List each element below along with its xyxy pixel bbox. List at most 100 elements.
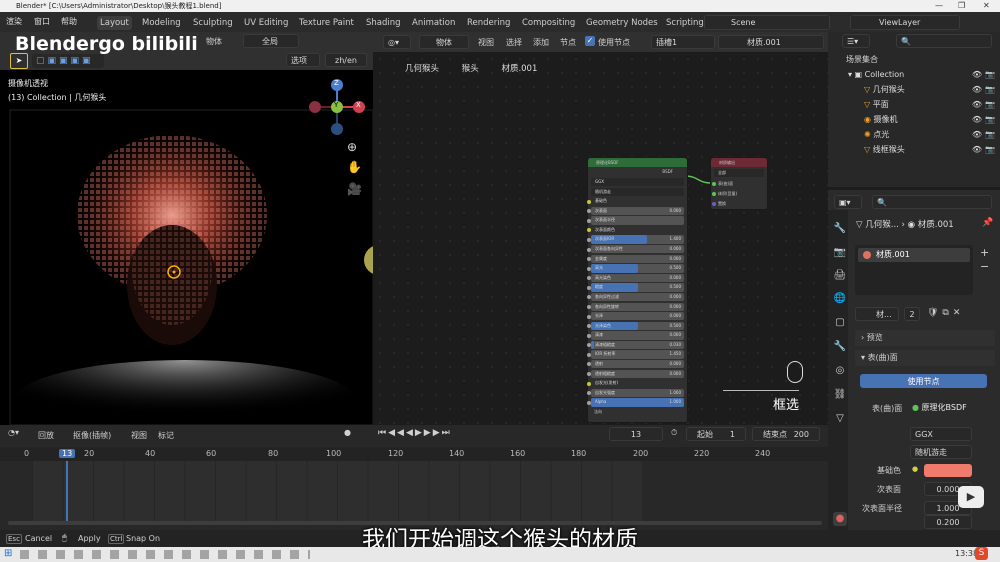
matout-surface-socket[interactable]: 表(曲)面 xyxy=(711,179,767,189)
select-mode-icons[interactable]: ▢▣▣▣▣ xyxy=(32,54,104,68)
eye-icon[interactable]: 👁 xyxy=(972,112,982,127)
outliner-item[interactable]: ▽ 线框猴头 👁 📷 xyxy=(828,142,1000,157)
pin-icon[interactable]: 📌 xyxy=(982,218,993,228)
bsdf-distribution[interactable]: GGX xyxy=(591,178,684,187)
tab-layout[interactable]: Layout xyxy=(97,16,132,30)
end-frame-field[interactable]: 结束点 200 xyxy=(752,427,820,441)
transform-orientation[interactable]: 全局 xyxy=(243,34,299,48)
preview-panel-header[interactable]: › 预览 xyxy=(855,330,995,346)
tab-scripting[interactable]: Scripting xyxy=(666,16,704,30)
bsdf-input-row[interactable]: 光泽染色 0.500 xyxy=(587,321,684,331)
bsdf-input-row[interactable]: 次表面半径 xyxy=(587,216,684,225)
bsdf-input-row[interactable]: 糙度 0.500 xyxy=(587,283,684,292)
bsdf-input-row[interactable]: 次表面 0.000 xyxy=(587,206,684,216)
bsdf-input-row[interactable]: 次表面颜色 xyxy=(587,225,684,235)
camera-icon[interactable]: 📷 xyxy=(985,97,995,112)
start-frame-field[interactable]: 起始 1 xyxy=(686,427,746,441)
bsdf-input-row[interactable]: 透射粗糙度 0.000 xyxy=(587,369,684,378)
object-tab-icon[interactable]: ▢ xyxy=(833,316,847,330)
playback-controls[interactable]: ⏮◀◀◀▶▶▶⏭ xyxy=(378,428,452,438)
options-dropdown[interactable]: 选项 xyxy=(286,53,320,67)
current-frame-field[interactable]: 13 xyxy=(609,427,663,441)
bsdf-input-row[interactable]: 次表面各向异性 0.000 xyxy=(587,245,684,254)
start-menu-icon[interactable]: ⊞ xyxy=(4,548,12,559)
bsdf-input-row[interactable]: 透射 0.000 xyxy=(587,359,684,369)
world-tab-icon[interactable]: 🌐 xyxy=(833,292,847,306)
distribution-dropdown[interactable]: GGX xyxy=(910,427,972,441)
timeline-editor-icon[interactable]: ◔▾ xyxy=(8,428,19,437)
bsdf-input-row[interactable]: 各向异性过滤 0.000 xyxy=(587,292,684,302)
camera-view-icon[interactable]: 🎥 xyxy=(347,182,362,196)
bsdf-input-row[interactable]: 清漆粗糙度 0.030 xyxy=(587,340,684,350)
tab-uv-editing[interactable]: UV Editing xyxy=(244,16,288,30)
playhead[interactable] xyxy=(66,461,68,525)
props-search-input[interactable]: 🔍 xyxy=(872,195,992,209)
data-tab-icon[interactable]: ▽ xyxy=(833,412,847,426)
camera-icon[interactable]: 📷 xyxy=(985,82,995,97)
output-tab-icon[interactable]: 🖨 xyxy=(833,269,847,283)
menu-render[interactable]: 渲染 xyxy=(6,16,22,28)
outliner-item[interactable]: ◉ 摄像机 👁 📷 xyxy=(828,112,1000,127)
menu-add[interactable]: 添加 xyxy=(533,37,549,48)
bsdf-input-row[interactable]: 高光 0.500 xyxy=(587,264,684,273)
eye-icon[interactable]: 👁 xyxy=(972,82,982,97)
camera-icon[interactable]: 📷 xyxy=(985,112,995,127)
3d-viewport[interactable]: 摄像机透视 (13) Collection | 几何猴头 Z X Y ⊕ ✋ 🎥 xyxy=(0,70,373,425)
editor-type-selector[interactable]: ◎▾ xyxy=(383,35,411,49)
minimize-button[interactable]: — xyxy=(935,0,943,12)
lang-toggle-button[interactable]: zh/en xyxy=(325,53,367,67)
scene-selector[interactable]: Scene xyxy=(704,15,830,30)
shader-mode-dropdown[interactable]: 物体 xyxy=(419,35,469,49)
viewlayer-selector[interactable]: ViewLayer xyxy=(850,15,960,30)
principled-bsdf-node[interactable]: 原理化BSDF BSDF GGX 随机游走 基础色 次表面 0.000 次表面半径 次表… xyxy=(587,157,688,423)
bsdf-input-row[interactable]: IOR 折射率 1.450 xyxy=(587,350,684,359)
use-nodes-button[interactable]: 使用节点 xyxy=(860,374,987,388)
constraint-tab-icon[interactable]: ⛓ xyxy=(833,388,847,402)
modifier-tab-icon[interactable]: 🔧 xyxy=(833,340,847,354)
tab-texture-paint[interactable]: Texture Paint xyxy=(299,16,354,30)
view-menu[interactable]: 视图 xyxy=(131,430,147,441)
bsdf-input-row[interactable]: 自发光(发射) xyxy=(587,379,684,388)
close-window-button[interactable]: ✕ xyxy=(983,0,990,12)
eye-icon[interactable]: 👁 xyxy=(972,127,982,142)
camera-icon[interactable]: 📷 xyxy=(985,142,995,157)
timeline[interactable]: ◔▾ 回放 抠像(插帧) 视图 标记 ● ⏮◀◀◀▶▶▶⏭ 13 ⏱ 起始 1 结… xyxy=(0,425,828,530)
outliner-item[interactable]: ✺ 点光 👁 📷 xyxy=(828,127,1000,142)
surface-panel-header[interactable]: ▾ 表(曲)面 xyxy=(855,350,995,366)
bsdf-input-row[interactable]: Alpha 1.000 xyxy=(587,398,684,407)
camera-icon[interactable]: 📷 xyxy=(985,67,995,82)
sss-method-dropdown[interactable]: 随机游走 xyxy=(910,445,972,459)
outliner[interactable]: ☰▾ 🔍 场景集合 ▾ ▣ Collection 👁 📷 ▽ 几何猴头 👁 📷 ▽ 平面… xyxy=(828,32,1000,187)
base-color-socket[interactable]: ● xyxy=(912,465,918,473)
select-tool-icon[interactable]: ➤ xyxy=(10,53,28,69)
surface-shader-field[interactable]: ● 原理化BSDF xyxy=(912,402,967,413)
bsdf-input-row[interactable]: 金属度 0.000 xyxy=(587,254,684,264)
ime-icon[interactable]: S xyxy=(975,547,988,560)
remove-slot-button[interactable]: − xyxy=(980,260,989,273)
material-slot-list[interactable]: 材质.001 xyxy=(855,245,973,295)
tab-rendering[interactable]: Rendering xyxy=(467,16,510,30)
tab-geometry-nodes[interactable]: Geometry Nodes xyxy=(586,16,658,30)
menu-view[interactable]: 视图 xyxy=(478,37,494,48)
node-editor[interactable]: 几何猴头 猴头 材质.001 原理化BSDF BSDF GGX 随机游走 基础色… xyxy=(373,52,828,425)
bsdf-input-row[interactable]: 高光染色 0.000 xyxy=(587,273,684,283)
tab-compositing[interactable]: Compositing xyxy=(522,16,575,30)
bsdf-input-row[interactable]: 各向异性旋转 0.000 xyxy=(587,302,684,311)
menu-window[interactable]: 窗口 xyxy=(34,16,50,28)
bsdf-input-row[interactable]: 光泽 0.000 xyxy=(587,312,684,321)
object-menu[interactable]: 物体 xyxy=(206,36,222,47)
collection-row[interactable]: ▾ ▣ Collection 👁 📷 xyxy=(828,67,1000,82)
zoom-icon[interactable]: ⊕ xyxy=(347,140,357,154)
material-slot-row[interactable]: 材质.001 xyxy=(858,248,970,262)
material-actions-icons[interactable]: 🛡⧉✕ xyxy=(927,308,964,318)
add-slot-button[interactable]: + xyxy=(980,246,989,259)
physics-tab-icon[interactable]: ◎ xyxy=(833,364,847,378)
maximize-button[interactable]: ❐ xyxy=(958,0,965,12)
bsdf-input-row[interactable]: 自发光强度 1.000 xyxy=(587,388,684,398)
menu-node[interactable]: 节点 xyxy=(560,37,576,48)
bsdf-sss-method[interactable]: 随机游走 xyxy=(591,187,684,196)
props-editor-type[interactable]: ▣▾ xyxy=(834,195,862,209)
taskbar-app-icons[interactable] xyxy=(20,550,310,559)
outliner-item[interactable]: ▽ 平面 👁 📷 xyxy=(828,97,1000,112)
material-browse[interactable]: 材... xyxy=(855,307,899,321)
